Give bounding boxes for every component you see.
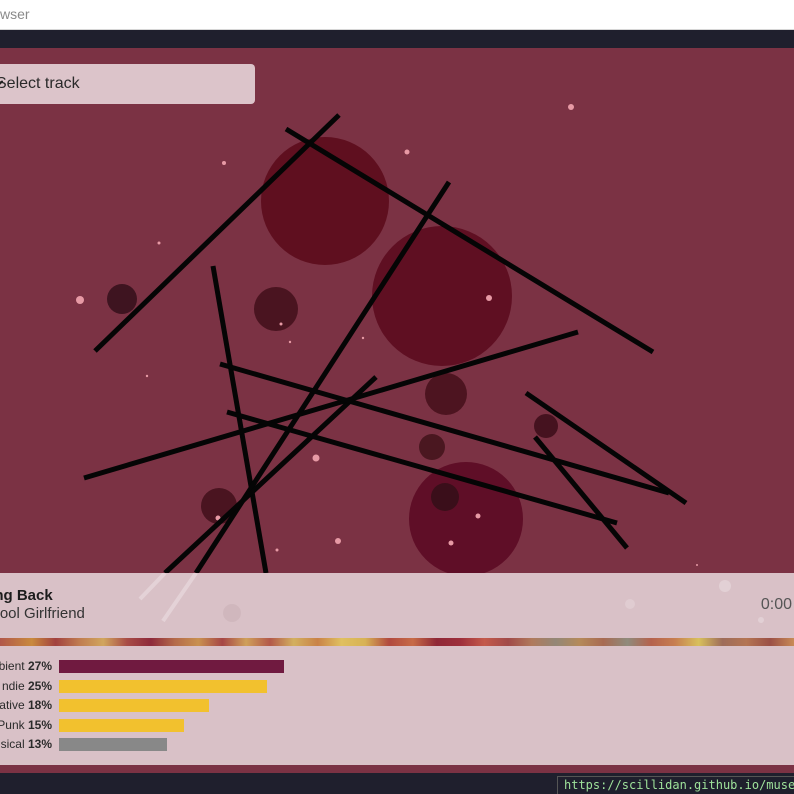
genre-label: sical 13% <box>1 737 52 751</box>
viz-circle <box>425 373 467 415</box>
track-select-label: Select track <box>0 75 80 92</box>
player-panel: ling Back chool Girlfriend 0:00 bient 27… <box>0 573 794 765</box>
genre-label: ndie 25% <box>2 679 52 693</box>
genre-list: bient 27% ndie 25% ative 18% Punk 15% sical … <box>0 657 794 757</box>
genre-name: ative <box>0 698 25 712</box>
footer-edge <box>0 765 794 773</box>
viz-circle <box>534 414 558 438</box>
track-title: ling Back <box>0 587 53 604</box>
genre-bar <box>59 718 184 732</box>
visualizer-canvas: Select track <box>0 48 794 573</box>
genre-name: Punk <box>0 717 25 732</box>
viz-circle <box>254 287 298 331</box>
header-strip <box>0 30 794 48</box>
viz-circle <box>431 483 459 511</box>
track-artist: chool Girlfriend <box>0 605 85 622</box>
genre-percent: 15% <box>27 717 52 732</box>
viz-circle <box>107 284 137 314</box>
spectrum-strip <box>0 638 794 646</box>
genre-name: bient <box>0 659 25 673</box>
genre-bar <box>59 679 267 693</box>
footer-strip: https://scillidan.github.io/muse <box>0 765 794 794</box>
genre-name: ndie <box>1 678 25 693</box>
genre-bar <box>59 660 284 673</box>
browser-address-bar[interactable]: wser <box>0 0 794 30</box>
track-select-dropdown[interactable]: Select track <box>0 64 255 104</box>
genre-name: sical <box>0 737 25 751</box>
viz-circle <box>419 434 445 460</box>
genre-label: Punk 15% <box>0 718 52 732</box>
genre-label: ative 18% <box>0 698 52 712</box>
genre-row: Punk 15% <box>0 716 794 736</box>
genre-bar <box>59 738 167 751</box>
genre-percent: 13% <box>27 737 52 751</box>
status-bar-url: https://scillidan.github.io/muse <box>557 776 794 794</box>
address-text: wser <box>0 6 30 22</box>
genre-row: sical 13% <box>0 735 794 755</box>
genre-percent: 18% <box>27 698 52 712</box>
visualizer-graphic <box>76 104 698 573</box>
genre-row: ndie 25% <box>0 677 794 697</box>
genre-percent: 27% <box>27 659 52 673</box>
genre-label: bient 27% <box>0 659 52 673</box>
chevron-down-icon <box>0 80 3 85</box>
genre-percent: 25% <box>27 678 52 693</box>
viz-circle <box>261 137 389 265</box>
app-root: wser Select track g Back ool Girlfriend … <box>0 0 794 794</box>
genre-row: bient 27% <box>0 657 794 677</box>
genre-bar <box>59 699 209 712</box>
genre-row: ative 18% <box>0 696 794 716</box>
playback-time: 0:00 <box>760 596 792 613</box>
